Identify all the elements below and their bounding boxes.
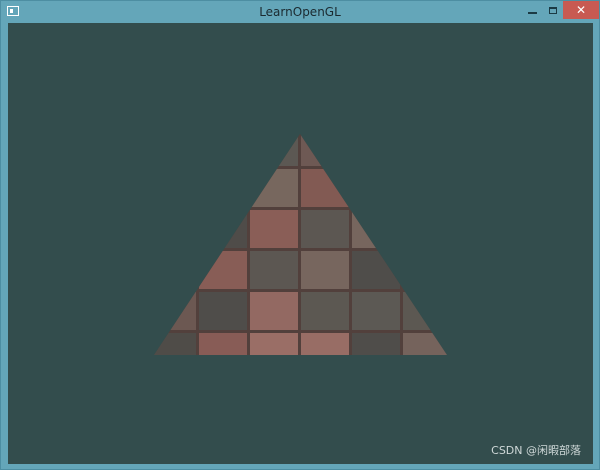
textured-triangle [148, 128, 502, 412]
brick-tile [301, 169, 349, 207]
minimize-icon [527, 12, 537, 14]
brick-tile [199, 169, 247, 207]
brick-tile [199, 134, 247, 166]
brick-tile [352, 169, 400, 207]
brick-tile [250, 210, 298, 248]
brick-tile [403, 251, 447, 289]
brick-tile [250, 134, 298, 166]
brick-tile [454, 251, 502, 289]
brick-tile [454, 374, 502, 412]
render-canvas [148, 128, 502, 412]
brick-tile [154, 134, 196, 166]
brick-tile [154, 333, 196, 355]
brick-tile [199, 210, 247, 248]
brick-tile [301, 333, 349, 355]
watermark: CSDN @闲暇部落 [491, 444, 581, 457]
brick-tile [154, 169, 196, 207]
brick-tile [403, 374, 451, 412]
brick-tile [301, 292, 349, 330]
brick-tile [352, 210, 400, 248]
brick-tile [352, 374, 400, 412]
brick-tile [454, 333, 502, 371]
brick-tile [403, 134, 447, 166]
brick-tile [199, 251, 247, 289]
brick-tile [301, 251, 349, 289]
brick-tile [454, 292, 502, 330]
brick-tile [352, 251, 400, 289]
brick-tile [148, 374, 196, 412]
brick-tile [301, 134, 349, 166]
brick-tile [199, 292, 247, 330]
brick-tile [403, 210, 447, 248]
brick-tile [154, 292, 196, 330]
close-icon: ✕ [575, 3, 587, 17]
title-bar[interactable]: LearnOpenGL ✕ [1, 1, 599, 23]
app-window: LearnOpenGL ✕ CSDN @闲暇部落 [0, 0, 600, 470]
minimize-button[interactable] [519, 1, 545, 19]
brick-tile [454, 210, 502, 248]
brick-tile [454, 128, 502, 166]
brick-tile [199, 374, 247, 412]
brick-tile [301, 210, 349, 248]
brick-tile [250, 333, 298, 355]
brick-tile [301, 374, 349, 412]
brick-tile [403, 292, 447, 330]
brick-tile [199, 333, 247, 355]
brick-tile [154, 210, 196, 248]
brick-tile [352, 292, 400, 330]
brick-tile [352, 333, 400, 355]
brick-tile [250, 251, 298, 289]
opengl-viewport[interactable]: CSDN @闲暇部落 [8, 23, 593, 464]
brick-tile [250, 374, 298, 412]
brick-tile [250, 169, 298, 207]
brick-tile [154, 251, 196, 289]
brick-tile [454, 169, 502, 207]
window-title: LearnOpenGL [259, 5, 341, 19]
maximize-button[interactable] [545, 1, 561, 19]
brick-tile [403, 333, 447, 355]
maximize-icon [549, 6, 557, 14]
brick-tile [403, 169, 447, 207]
brick-tile [250, 292, 298, 330]
brick-tile [352, 134, 400, 166]
close-button[interactable]: ✕ [563, 1, 599, 19]
